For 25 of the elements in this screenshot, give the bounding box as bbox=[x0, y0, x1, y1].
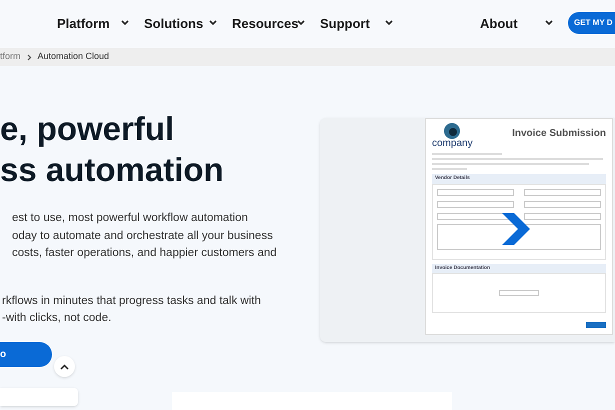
nav-menu-item[interactable]: About bbox=[480, 14, 518, 34]
chevron-down-icon bbox=[385, 20, 393, 26]
globe-logo-icon bbox=[444, 123, 460, 139]
chevron-right-icon bbox=[500, 213, 530, 245]
hero-paragraph: rkflows in minutes that progress tasks and talk with -with clicks, not code. bbox=[1, 294, 262, 326]
demo-button[interactable]: o bbox=[0, 342, 52, 367]
hero-paragraph: est to use, most powerful workflow automation oday to automate and orchestrate all your business costs, faster operations, and happier customers and bbox=[11, 211, 278, 261]
chevron-down-icon bbox=[545, 20, 553, 26]
form-title: Invoice Submission bbox=[512, 127, 606, 141]
get-demo-button[interactable]: GET MY D bbox=[568, 12, 615, 34]
hero-heading: e, powerful ss automation bbox=[0, 109, 225, 190]
company-logo-text: company bbox=[432, 139, 473, 149]
nav-menu-item[interactable]: Support bbox=[320, 14, 370, 34]
nav-menu-item[interactable]: Platform bbox=[57, 14, 110, 34]
breadcrumb-link[interactable]: tform bbox=[0, 50, 21, 64]
chevron-right-icon bbox=[26, 54, 32, 60]
chevron-down-icon bbox=[121, 20, 129, 26]
breadcrumb-current[interactable]: Automation Cloud bbox=[38, 50, 110, 64]
chevron-up-icon bbox=[60, 364, 69, 370]
submit-button-drawing bbox=[586, 322, 606, 328]
nav-menu-item[interactable]: Solutions bbox=[144, 14, 204, 34]
chevron-down-icon bbox=[209, 20, 217, 26]
nav-menu-item[interactable]: Resources bbox=[232, 14, 298, 34]
scroll-to-top-button[interactable] bbox=[54, 356, 75, 377]
chevron-down-icon bbox=[297, 20, 305, 26]
